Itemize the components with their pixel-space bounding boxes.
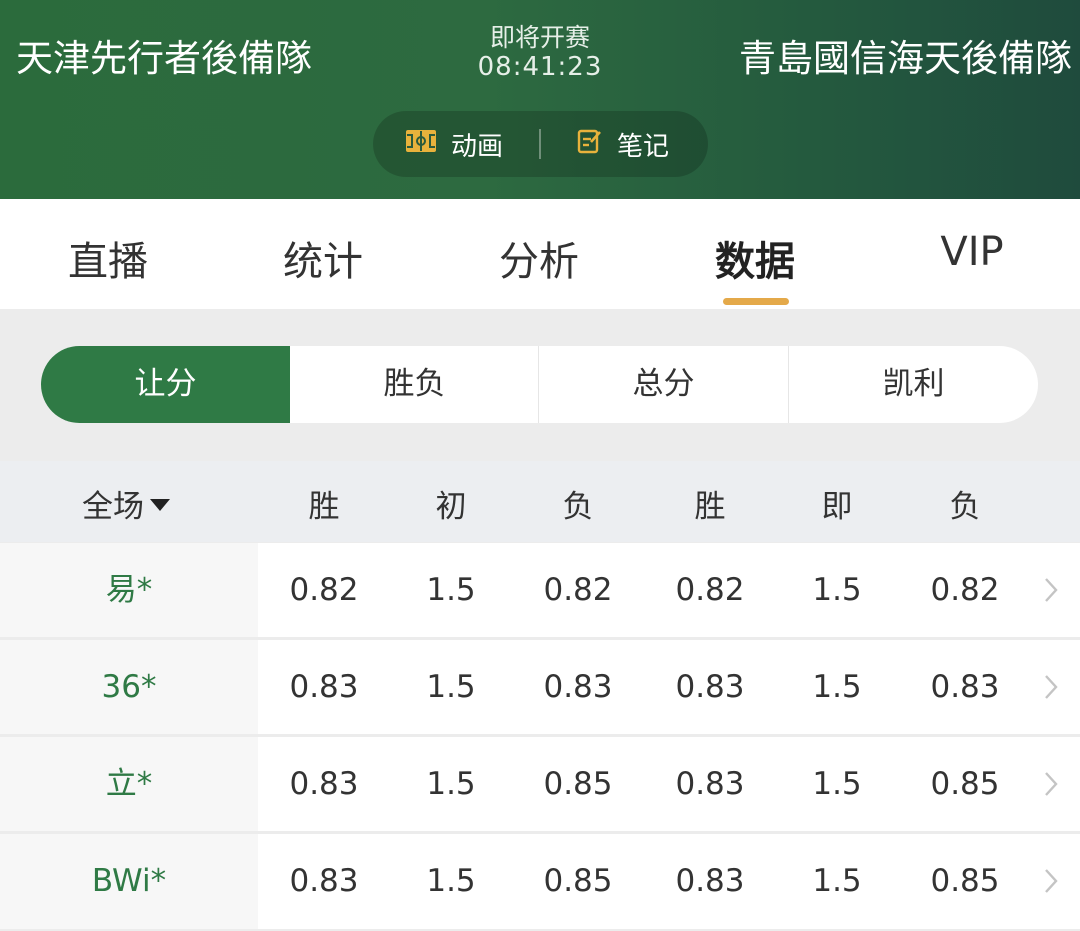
tab-vip[interactable]: VIP: [922, 229, 1022, 275]
match-status: 即将开赛: [489, 23, 590, 52]
odds-cell: 1.5: [812, 863, 862, 899]
chevron-right-icon: [1044, 771, 1058, 801]
company-name: BWi*: [0, 834, 258, 929]
column-header: 负: [562, 489, 594, 525]
tab-analysis[interactable]: 分析: [489, 229, 589, 287]
header-actions: 动画 笔记: [373, 111, 708, 177]
segment-total[interactable]: 总分: [539, 346, 788, 423]
match-header: 天津先行者後備隊 青島國信海天後備隊 即将开赛 08:41:23 动画 笔记: [0, 0, 1080, 199]
odds-cell: 0.85: [930, 766, 1000, 802]
chevron-right-icon: [1044, 868, 1058, 898]
segment-moneyline[interactable]: 胜负: [290, 346, 539, 423]
column-header: 即: [821, 489, 853, 525]
scope-dropdown[interactable]: 全场: [82, 481, 170, 526]
company-name: 易*: [0, 543, 258, 638]
table-row[interactable]: 立* 0.83 1.5 0.85 0.83 1.5 0.85: [0, 737, 1080, 832]
odds-cell: 0.82: [289, 572, 359, 608]
company-name: 36*: [0, 640, 258, 735]
table-row[interactable]: BWi* 0.83 1.5 0.85 0.83 1.5 0.85: [0, 834, 1080, 929]
odds-cell: 1.5: [812, 572, 862, 608]
segment-kelly[interactable]: 凯利: [789, 346, 1038, 423]
odds-cell: 1.5: [426, 572, 476, 608]
odds-cell: 1.5: [426, 863, 476, 899]
odds-cell: 1.5: [426, 766, 476, 802]
odds-cell: 0.83: [675, 766, 745, 802]
court-icon: [405, 129, 437, 160]
odds-cell: 0.85: [543, 863, 613, 899]
countdown-timer: 08:41:23: [477, 52, 603, 82]
divider: [539, 129, 541, 159]
column-header: 负: [949, 489, 981, 525]
column-header: 胜: [308, 489, 340, 525]
odds-cell: 0.85: [930, 863, 1000, 899]
segment-handicap[interactable]: 让分: [41, 346, 290, 423]
odds-cell: 0.82: [930, 572, 1000, 608]
odds-cell: 0.83: [543, 669, 613, 705]
odds-cell: 0.82: [543, 572, 613, 608]
odds-cell: 1.5: [426, 669, 476, 705]
odds-cell: 1.5: [812, 766, 862, 802]
column-header: 初: [435, 489, 467, 525]
chevron-right-icon: [1044, 577, 1058, 607]
odds-cell: 0.83: [930, 669, 1000, 705]
notes-button[interactable]: 笔记: [577, 111, 669, 177]
chevron-right-icon: [1044, 674, 1058, 704]
main-tabs: 直播 统计 分析 数据 VIP: [0, 199, 1080, 309]
table-row[interactable]: 易* 0.82 1.5 0.82 0.82 1.5 0.82: [0, 543, 1080, 638]
odds-cell: 1.5: [812, 669, 862, 705]
animation-label: 动画: [451, 131, 504, 162]
odds-cell: 0.83: [289, 766, 359, 802]
caret-down-icon: [150, 498, 170, 511]
table-row[interactable]: 36* 0.83 1.5 0.83 0.83 1.5 0.83: [0, 640, 1080, 735]
odds-table-header: 全场 胜 初 负 胜 即 负: [0, 461, 1080, 542]
animation-button[interactable]: 动画: [405, 111, 503, 177]
odds-type-selector: 让分 胜负 总分 凯利: [41, 346, 1038, 423]
note-edit-icon: [577, 128, 603, 161]
odds-cell: 0.83: [289, 863, 359, 899]
tab-stats[interactable]: 统计: [273, 229, 373, 287]
scope-label: 全场: [82, 489, 144, 525]
odds-cell: 0.83: [675, 669, 745, 705]
odds-cell: 0.83: [289, 669, 359, 705]
column-header: 胜: [694, 489, 726, 525]
odds-cell: 0.83: [675, 863, 745, 899]
tab-data[interactable]: 数据: [705, 229, 805, 287]
odds-cell: 0.82: [675, 572, 745, 608]
tab-live[interactable]: 直播: [58, 229, 158, 287]
active-tab-indicator: [723, 298, 789, 305]
company-name: 立*: [0, 737, 258, 832]
odds-cell: 0.85: [543, 766, 613, 802]
notes-label: 笔记: [617, 131, 670, 162]
